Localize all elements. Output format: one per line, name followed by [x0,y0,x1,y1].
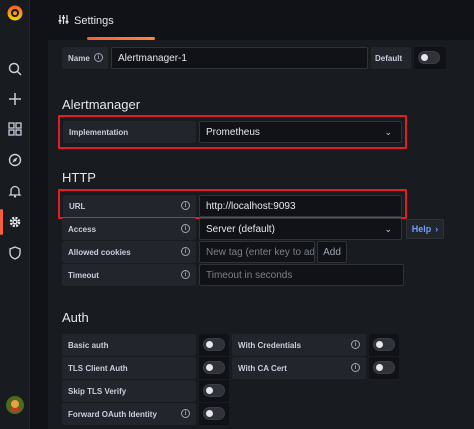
skip-tls-verify-toggle[interactable] [203,384,225,397]
tls-client-auth-toggle[interactable] [203,361,225,374]
url-label: URL i [63,195,196,217]
tab-bar: Settings [30,0,474,40]
skip-tls-verify-toggle-box [199,380,229,402]
with-credentials-label: With Credentials i [232,334,366,356]
section-alertmanager: Alertmanager [62,97,141,112]
info-icon[interactable]: i [351,340,360,349]
add-cookie-button[interactable]: Add [317,241,347,263]
grafana-logo-icon[interactable] [6,4,24,22]
configuration-gear-icon[interactable] [0,209,25,235]
search-icon[interactable] [5,59,25,79]
tls-client-auth-toggle-box [199,357,229,379]
forward-oauth-toggle[interactable] [203,407,225,420]
access-label: Access i [62,218,196,240]
access-select[interactable]: Server (default) ⌄ [199,218,402,240]
basic-auth-toggle[interactable] [203,338,225,351]
tls-client-auth-label: TLS Client Auth [62,357,196,379]
chevron-down-icon: ⌄ [384,127,392,137]
name-input[interactable] [111,47,368,69]
with-credentials-toggle[interactable] [373,338,395,351]
avatar[interactable] [6,396,24,414]
server-admin-shield-icon[interactable] [5,243,25,263]
info-icon[interactable]: i [181,409,190,418]
timeout-label: Timeout i [62,264,196,286]
info-icon[interactable]: i [351,363,360,372]
plus-icon[interactable] [5,89,25,109]
implementation-label: Implementation [63,121,196,143]
explore-compass-icon[interactable] [5,150,25,170]
sliders-icon [58,14,69,28]
info-icon[interactable]: i [181,270,190,279]
info-icon[interactable]: i [94,53,103,62]
with-ca-cert-toggle-box [369,357,399,379]
info-icon[interactable]: i [181,224,190,233]
help-button[interactable]: Help › [406,219,444,239]
default-label: Default [371,47,411,69]
basic-auth-toggle-box [199,334,229,356]
chevron-right-icon: › [435,224,439,234]
timeout-input[interactable] [199,264,404,286]
basic-auth-label: Basic auth [62,334,196,356]
info-icon[interactable]: i [181,247,190,256]
dashboards-icon[interactable] [5,119,25,139]
section-http: HTTP [62,170,96,185]
info-icon[interactable]: i [181,201,190,210]
side-nav [0,0,30,429]
allowed-cookies-label: Allowed cookies i [62,241,196,263]
with-credentials-toggle-box [369,334,399,356]
tab-settings-label: Settings [74,15,114,27]
url-input[interactable] [199,195,402,217]
chevron-down-icon: ⌄ [384,224,392,234]
implementation-select[interactable]: Prometheus ⌄ [199,121,402,143]
forward-oauth-toggle-box [199,403,229,425]
skip-tls-verify-label: Skip TLS Verify [62,380,196,402]
default-toggle[interactable] [418,51,440,64]
with-ca-cert-label: With CA Cert i [232,357,366,379]
name-label: Name i [62,47,108,69]
forward-oauth-label: Forward OAuth Identity i [62,403,196,425]
default-toggle-box [414,47,446,69]
section-auth: Auth [62,310,89,325]
allowed-cookies-input[interactable] [199,241,315,263]
tab-settings[interactable]: Settings [58,8,114,34]
alerting-bell-icon[interactable] [5,181,25,201]
with-ca-cert-toggle[interactable] [373,361,395,374]
